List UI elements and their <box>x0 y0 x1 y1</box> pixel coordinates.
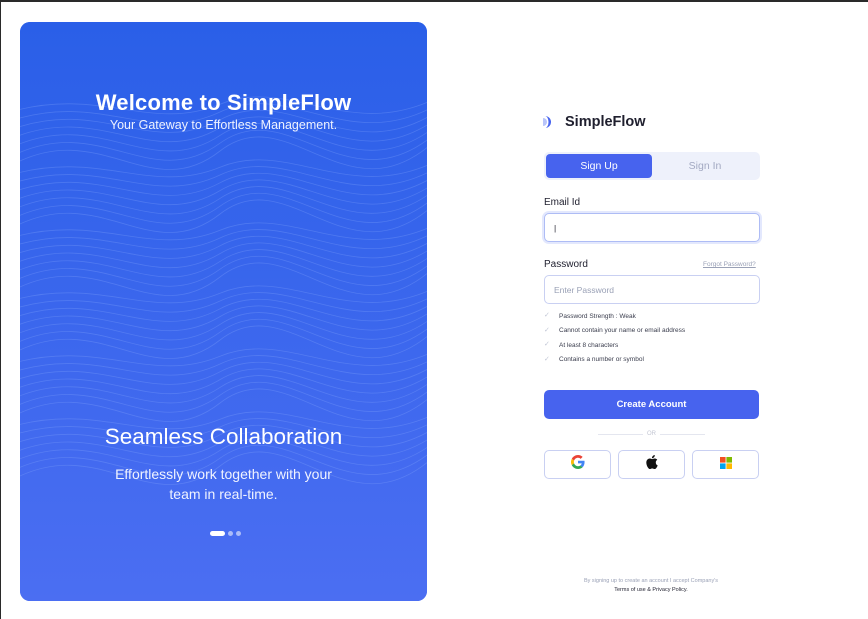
password-field-wrapper <box>544 275 760 304</box>
or-label: OR <box>647 431 656 437</box>
google-icon <box>570 455 585 474</box>
tab-sign-up[interactable]: Sign Up <box>546 154 652 178</box>
carousel-dots <box>210 531 241 536</box>
forgot-password-link[interactable]: Forgot Password? <box>703 261 756 268</box>
hero-description: Effortlessly work together with your tea… <box>100 464 347 504</box>
password-rule: ✓ Contains a number or symbol <box>544 353 685 368</box>
tab-sign-in[interactable]: Sign In <box>652 154 758 178</box>
or-divider: OR <box>598 431 705 437</box>
apple-signin-button[interactable] <box>618 450 685 479</box>
check-icon: ✓ <box>544 326 550 334</box>
password-rule: ✓ Cannot contain your name or email addr… <box>544 324 685 339</box>
password-rule-text: At least 8 characters <box>559 341 619 349</box>
divider-line <box>598 433 643 435</box>
password-rule-text: Password Strength : Weak <box>559 312 636 320</box>
carousel-dot-2[interactable] <box>228 531 233 536</box>
hero-heading: Seamless Collaboration <box>104 424 343 449</box>
carousel-dot-3[interactable] <box>236 531 241 536</box>
simpleflow-logo-icon <box>543 115 555 129</box>
password-rule-text: Cannot contain your name or email addres… <box>559 327 686 335</box>
terms-text: By signing up to create an account I acc… <box>560 577 742 595</box>
check-icon: ✓ <box>544 341 550 349</box>
carousel-dot-1[interactable] <box>210 531 225 536</box>
password-rule: ✓ At least 8 characters <box>544 338 685 353</box>
password-rule: ✓ Password Strength : Weak <box>544 309 685 324</box>
password-field[interactable] <box>554 276 759 303</box>
password-label: Password <box>544 259 588 270</box>
check-icon: ✓ <box>544 355 550 363</box>
hero-description-line-1: Effortlessly work together with your <box>115 466 332 482</box>
hero-description-line-2: team in real-time. <box>169 486 278 502</box>
terms-link[interactable]: Terms of use & Privacy Policy. <box>560 586 742 595</box>
brand: SimpleFlow <box>543 114 646 130</box>
microsoft-icon <box>719 456 732 474</box>
create-account-button[interactable]: Create Account <box>544 390 759 419</box>
check-icon: ✓ <box>544 312 550 320</box>
apple-icon <box>645 455 658 474</box>
password-rule-text: Contains a number or symbol <box>559 356 644 364</box>
google-signin-button[interactable] <box>544 450 611 479</box>
email-field[interactable]: | <box>544 213 760 242</box>
microsoft-signin-button[interactable] <box>692 450 759 479</box>
hero-subtitle: Your Gateway to Effortless Management. <box>109 118 338 132</box>
password-rules: ✓ Password Strength : Weak ✓ Cannot cont… <box>544 309 685 367</box>
email-label: Email Id <box>544 197 581 208</box>
brand-name: SimpleFlow <box>565 114 646 130</box>
terms-line-1: By signing up to create an account I acc… <box>583 578 719 584</box>
auth-tabs: Sign Up Sign In <box>544 152 760 180</box>
hero-panel: Welcome to SimpleFlow Your Gateway to Ef… <box>20 22 427 601</box>
hero-title: Welcome to SimpleFlow <box>95 90 352 115</box>
email-value: | <box>554 222 557 233</box>
divider-line <box>660 433 705 435</box>
